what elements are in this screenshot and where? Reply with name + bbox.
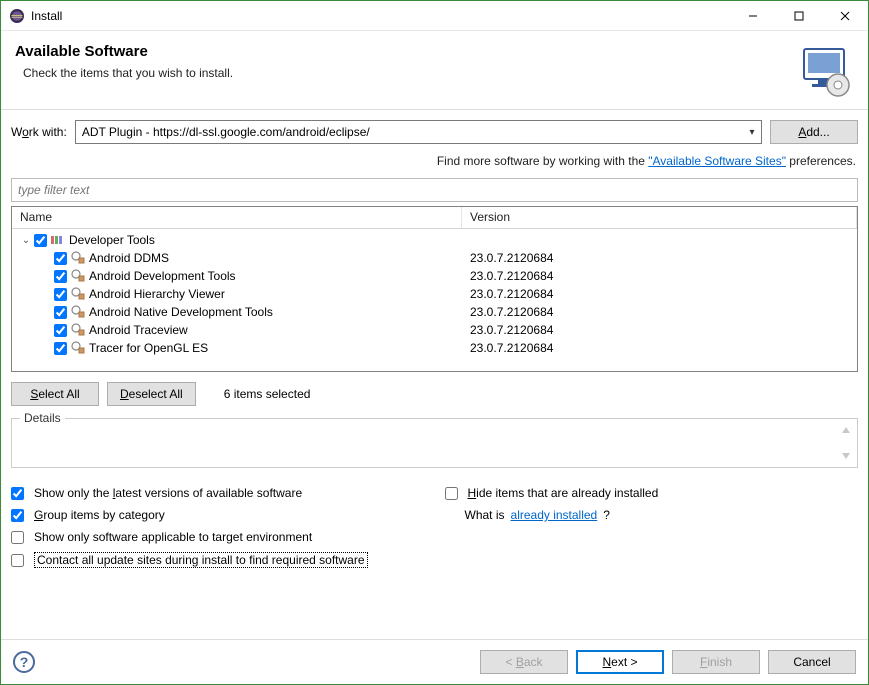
column-version[interactable]: Version [462, 207, 857, 228]
tree-item-row[interactable]: Tracer for OpenGL ES 23.0.7.2120684 [12, 339, 857, 357]
work-with-label: Work with: [11, 125, 67, 139]
tree-item-row[interactable]: Android Hierarchy Viewer 23.0.7.2120684 [12, 285, 857, 303]
category-icon [51, 234, 65, 246]
software-table: Name Version ⌄ Developer Tools Android DDM… [11, 206, 858, 372]
item-version: 23.0.7.2120684 [462, 341, 857, 355]
titlebar: Install [1, 1, 868, 31]
window-title: Install [31, 9, 730, 23]
category-label: Developer Tools [69, 233, 155, 247]
selection-count: 6 items selected [224, 387, 311, 401]
back-button[interactable]: < Back [480, 650, 568, 674]
help-icon[interactable]: ? [13, 651, 35, 673]
item-name: Android Native Development Tools [89, 305, 273, 319]
item-checkbox[interactable] [54, 342, 67, 355]
table-body: ⌄ Developer Tools Android DDMS 23.0.7.21206… [12, 229, 857, 359]
feature-icon [71, 287, 85, 301]
chevron-down-icon[interactable]: ▾ [743, 127, 761, 138]
window-controls [730, 1, 868, 30]
tree-item-row[interactable]: Android Native Development Tools 23.0.7.2… [12, 303, 857, 321]
filter-input[interactable] [11, 178, 858, 202]
page-subtitle: Check the items that you wish to install… [15, 66, 798, 80]
item-name: Android DDMS [89, 251, 169, 265]
select-all-button[interactable]: Select All [11, 382, 99, 406]
details-scrollbar[interactable] [840, 425, 854, 461]
item-checkbox[interactable] [54, 306, 67, 319]
opt-hide-installed[interactable]: Hide items that are already installed [445, 486, 859, 500]
column-name[interactable]: Name [12, 207, 462, 228]
cancel-button[interactable]: Cancel [768, 650, 856, 674]
item-checkbox[interactable] [54, 270, 67, 283]
item-version: 23.0.7.2120684 [462, 305, 857, 319]
details-label: Details [20, 411, 65, 425]
feature-icon [71, 341, 85, 355]
item-version: 23.0.7.2120684 [462, 287, 857, 301]
deselect-all-button[interactable]: Deselect All [107, 382, 196, 406]
add-button[interactable]: Add... [770, 120, 858, 144]
already-installed-hint: What is already installed? [445, 508, 859, 522]
sites-hint: Find more software by working with the "… [11, 154, 858, 168]
expand-icon[interactable]: ⌄ [18, 235, 34, 246]
item-name: Android Hierarchy Viewer [89, 287, 225, 301]
finish-button[interactable]: Finish [672, 650, 760, 674]
feature-icon [71, 251, 85, 265]
maximize-button[interactable] [776, 1, 822, 30]
close-button[interactable] [822, 1, 868, 30]
eclipse-icon [9, 8, 25, 24]
opt-applicable-env[interactable]: Show only software applicable to target … [11, 530, 425, 544]
minimize-button[interactable] [730, 1, 776, 30]
tree-item-row[interactable]: Android Traceview 23.0.7.2120684 [12, 321, 857, 339]
item-name: Tracer for OpenGL ES [89, 341, 208, 355]
work-with-combo[interactable]: ▾ [75, 120, 762, 144]
dialog-header: Available Software Check the items that … [1, 31, 868, 110]
install-wizard-icon [798, 43, 854, 99]
work-with-row: Work with: ▾ Add... [11, 120, 858, 144]
dialog-footer: ? < Back Next > Finish Cancel [1, 639, 868, 684]
opt-contact-sites[interactable]: Contact all update sites during install … [11, 552, 425, 568]
options-grid: Show only the latest versions of availab… [11, 486, 858, 568]
details-group: Details [11, 418, 858, 468]
item-checkbox[interactable] [54, 288, 67, 301]
available-sites-link[interactable]: "Available Software Sites" [648, 154, 786, 168]
item-checkbox[interactable] [54, 252, 67, 265]
item-version: 23.0.7.2120684 [462, 323, 857, 337]
dialog-body: Work with: ▾ Add... Find more software b… [1, 110, 868, 639]
opt-latest-versions[interactable]: Show only the latest versions of availab… [11, 486, 425, 500]
tree-item-row[interactable]: Android DDMS 23.0.7.2120684 [12, 249, 857, 267]
next-button[interactable]: Next > [576, 650, 664, 674]
feature-icon [71, 305, 85, 319]
selection-row: Select All Deselect All 6 items selected [11, 382, 858, 406]
already-installed-link[interactable]: already installed [511, 508, 598, 522]
item-name: Android Development Tools [89, 269, 236, 283]
table-header: Name Version [12, 207, 857, 229]
item-version: 23.0.7.2120684 [462, 251, 857, 265]
item-checkbox[interactable] [54, 324, 67, 337]
page-title: Available Software [15, 43, 798, 60]
tree-category-row[interactable]: ⌄ Developer Tools [12, 231, 857, 249]
work-with-input[interactable] [76, 125, 743, 139]
feature-icon [71, 269, 85, 283]
item-name: Android Traceview [89, 323, 188, 337]
item-version: 23.0.7.2120684 [462, 269, 857, 283]
tree-item-row[interactable]: Android Development Tools 23.0.7.2120684 [12, 267, 857, 285]
category-checkbox[interactable] [34, 234, 47, 247]
opt-group-category[interactable]: Group items by category [11, 508, 425, 522]
feature-icon [71, 323, 85, 337]
